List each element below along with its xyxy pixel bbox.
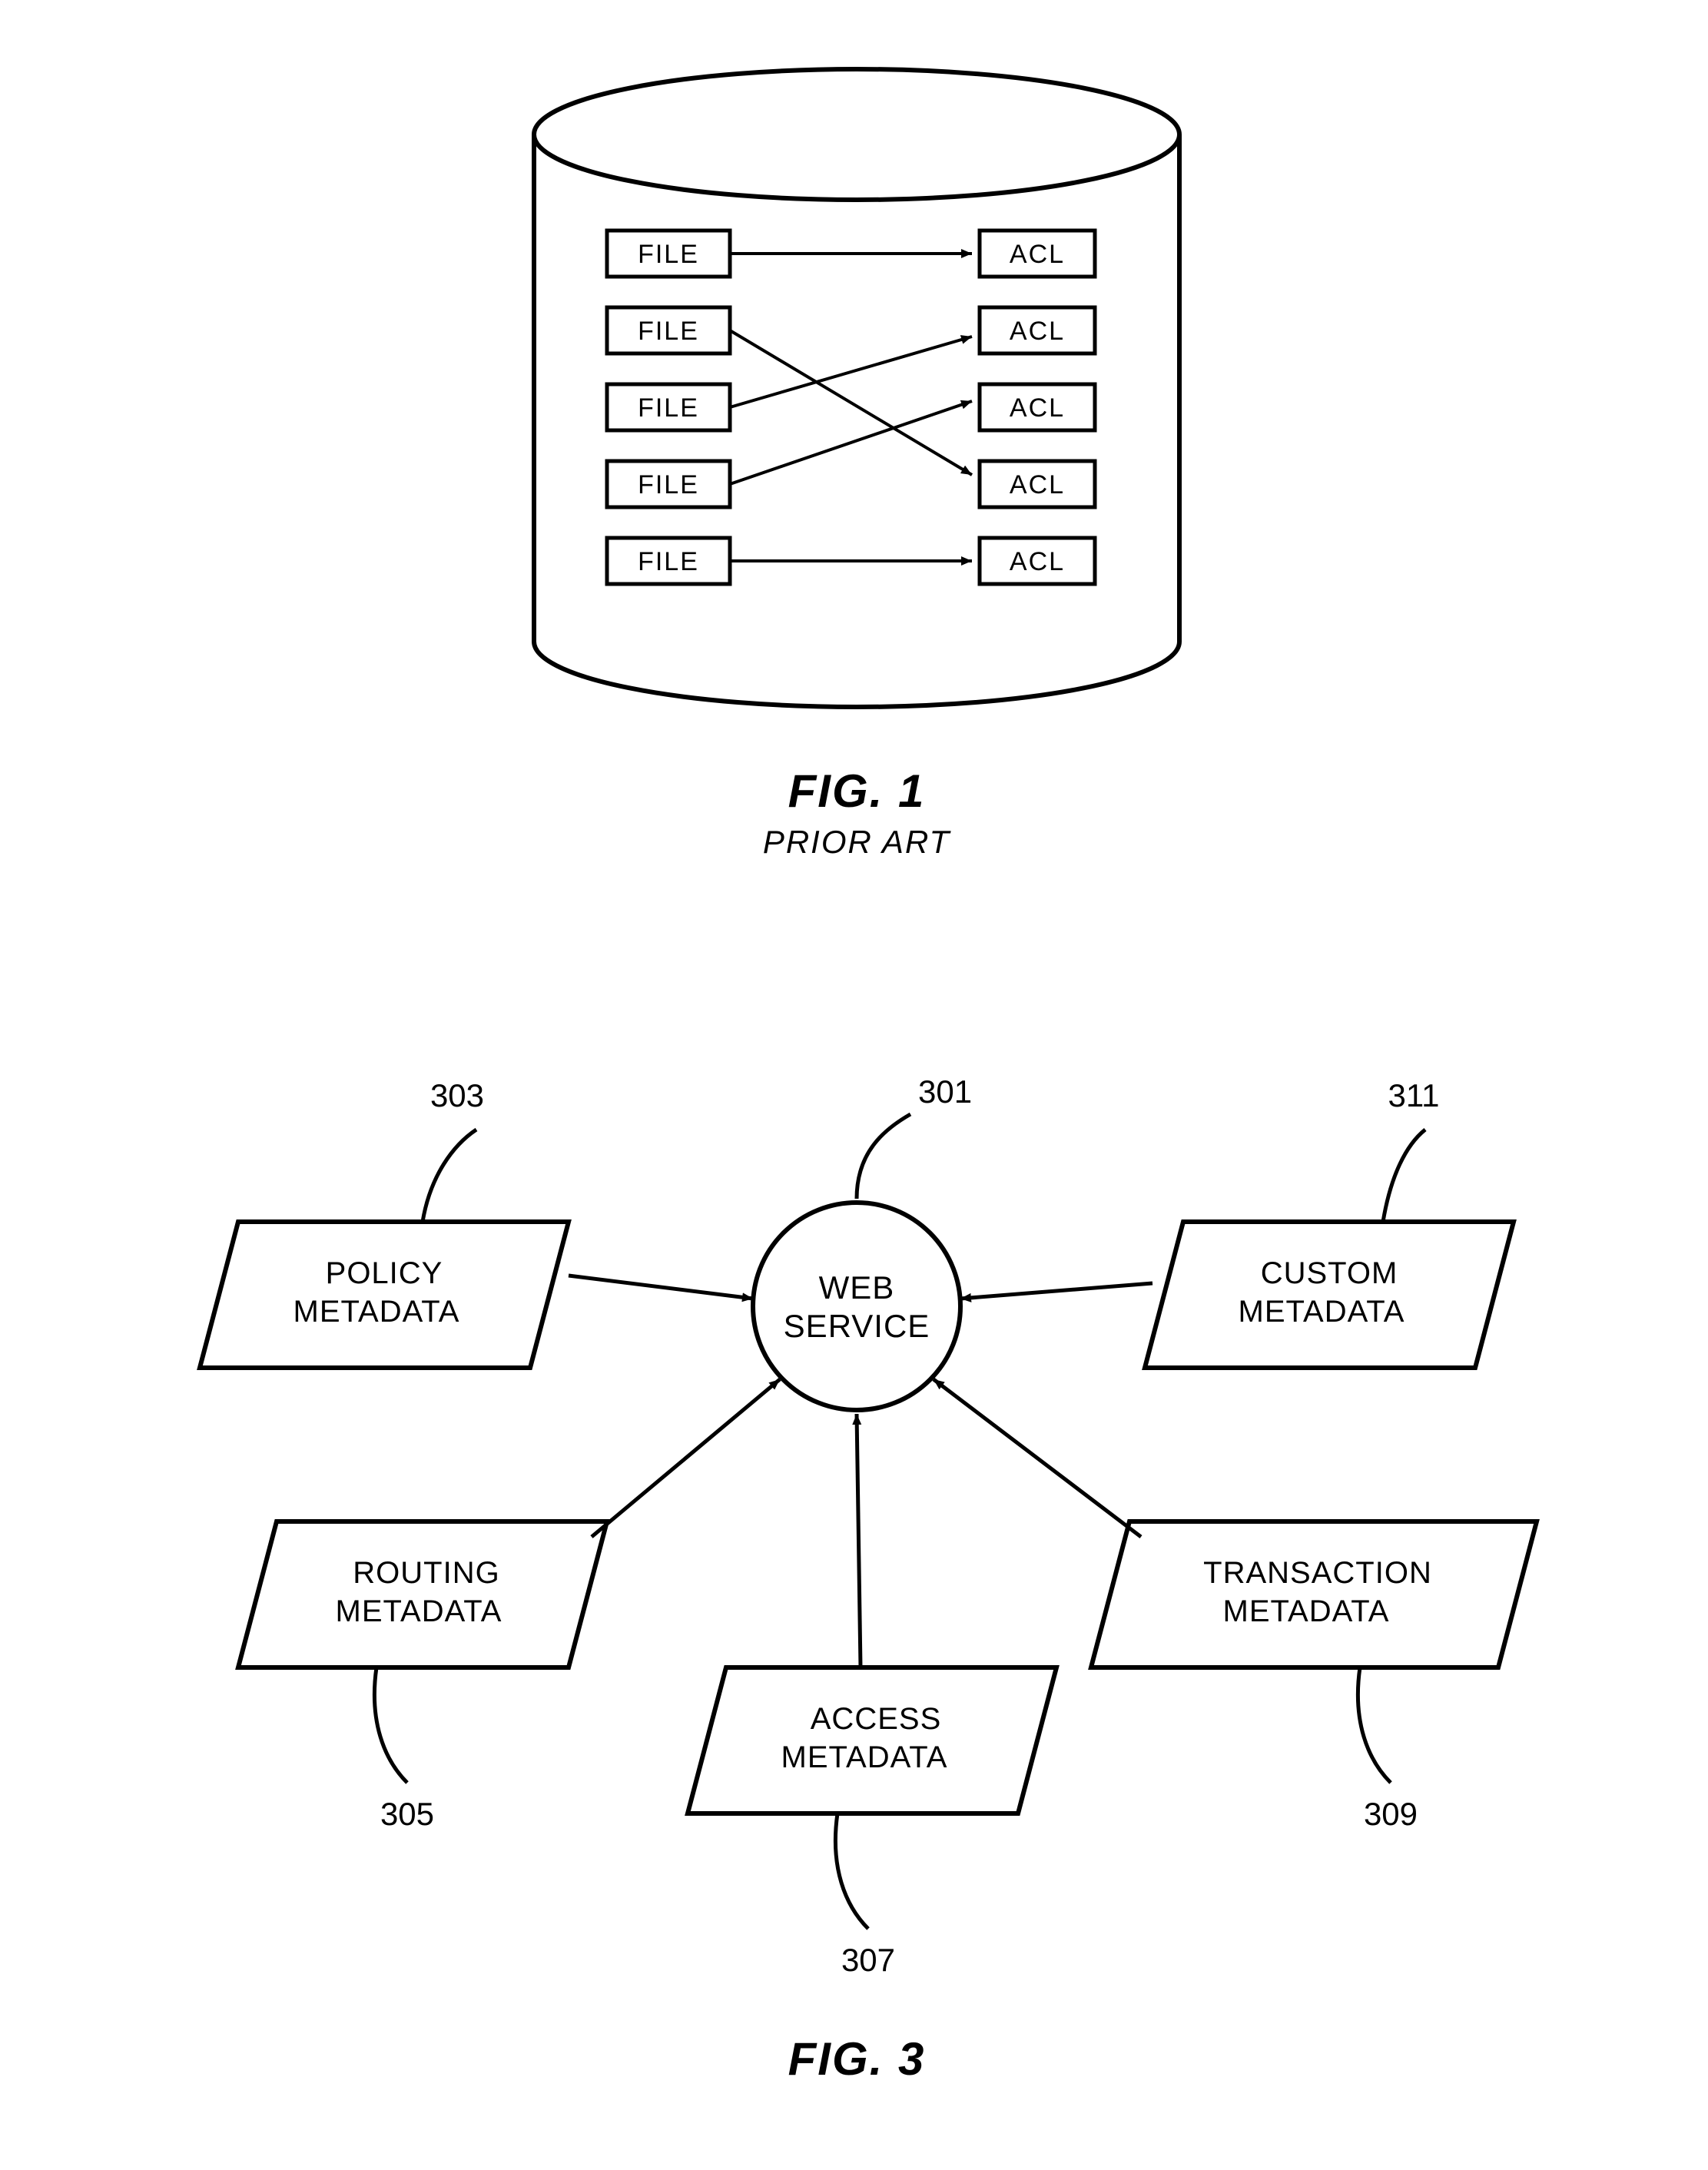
diagram-svg: FILE FILE FILE FILE FILE ACL <box>0 0 1708 2170</box>
web-service-label-1: WEB <box>819 1269 895 1306</box>
arrow-custom <box>960 1283 1152 1299</box>
arrow-transaction <box>934 1379 1141 1537</box>
file-boxes: FILE FILE FILE FILE FILE <box>607 231 730 584</box>
acl-label: ACL <box>1010 317 1065 346</box>
access-label-1: ACCESS <box>811 1702 942 1736</box>
figure-1: FILE FILE FILE FILE FILE ACL <box>534 69 1179 860</box>
ref-303: 303 <box>423 1077 484 1222</box>
acl-box-4: ACL <box>980 461 1095 507</box>
acl-label: ACL <box>1010 393 1065 423</box>
arrow-3-2 <box>730 337 972 407</box>
ref-301-text: 301 <box>918 1073 972 1110</box>
custom-label-2: METADATA <box>1239 1295 1405 1329</box>
ref-311: 311 <box>1383 1077 1439 1222</box>
web-service-node: WEB SERVICE <box>753 1203 960 1410</box>
transaction-label-2: METADATA <box>1223 1594 1390 1628</box>
acl-boxes: ACL ACL ACL ACL ACL <box>980 231 1095 584</box>
acl-box-3: ACL <box>980 384 1095 430</box>
arrow-4-3 <box>730 401 972 484</box>
acl-label: ACL <box>1010 240 1065 269</box>
arrow-routing <box>592 1379 780 1537</box>
file-box-3: FILE <box>607 384 730 430</box>
ref-307: 307 <box>835 1813 895 1978</box>
routing-metadata-node: ROUTING METADATA <box>238 1521 607 1667</box>
acl-box-2: ACL <box>980 307 1095 353</box>
ref-311-text: 311 <box>1388 1077 1440 1113</box>
figure-3: WEB SERVICE 301 POLICY METADATA 303 CUST… <box>200 1073 1537 2085</box>
policy-metadata-node: POLICY METADATA <box>200 1222 569 1368</box>
diagram-page: FILE FILE FILE FILE FILE ACL <box>0 0 1708 2170</box>
routing-label-1: ROUTING <box>353 1556 499 1590</box>
custom-label-1: CUSTOM <box>1261 1256 1398 1290</box>
acl-label: ACL <box>1010 470 1065 499</box>
ref-309-text: 309 <box>1364 1796 1418 1832</box>
file-box-4: FILE <box>607 461 730 507</box>
ref-309: 309 <box>1358 1667 1418 1832</box>
fig1-subtitle: PRIOR ART <box>763 824 952 860</box>
acl-box-5: ACL <box>980 538 1095 584</box>
policy-label-2: METADATA <box>294 1295 460 1329</box>
access-label-2: METADATA <box>781 1740 948 1774</box>
ref-305: 305 <box>374 1667 434 1832</box>
access-metadata-node: ACCESS METADATA <box>688 1667 1056 1813</box>
file-label: FILE <box>638 240 699 269</box>
policy-label-1: POLICY <box>326 1256 443 1290</box>
arrow-2-4 <box>730 330 972 475</box>
ref-301: 301 <box>857 1073 972 1199</box>
file-label: FILE <box>638 393 699 423</box>
fig1-title: FIG. 1 <box>788 765 926 817</box>
web-service-label-2: SERVICE <box>784 1308 930 1344</box>
ref-305-text: 305 <box>380 1796 434 1832</box>
file-box-5: FILE <box>607 538 730 584</box>
acl-box-1: ACL <box>980 231 1095 277</box>
fig3-title: FIG. 3 <box>788 2033 926 2085</box>
transaction-metadata-node: TRANSACTION METADATA <box>1091 1521 1537 1667</box>
ref-303-text: 303 <box>430 1077 484 1113</box>
file-box-2: FILE <box>607 307 730 353</box>
arrow-access <box>857 1414 861 1667</box>
file-label: FILE <box>638 547 699 576</box>
acl-label: ACL <box>1010 547 1065 576</box>
file-box-1: FILE <box>607 231 730 277</box>
arrow-policy <box>569 1276 753 1299</box>
routing-label-2: METADATA <box>336 1594 502 1628</box>
transaction-label-1: TRANSACTION <box>1203 1556 1432 1590</box>
file-acl-arrows <box>730 254 972 561</box>
custom-metadata-node: CUSTOM METADATA <box>1145 1222 1514 1368</box>
file-label: FILE <box>638 470 699 499</box>
ref-307-text: 307 <box>841 1942 895 1978</box>
file-label: FILE <box>638 317 699 346</box>
